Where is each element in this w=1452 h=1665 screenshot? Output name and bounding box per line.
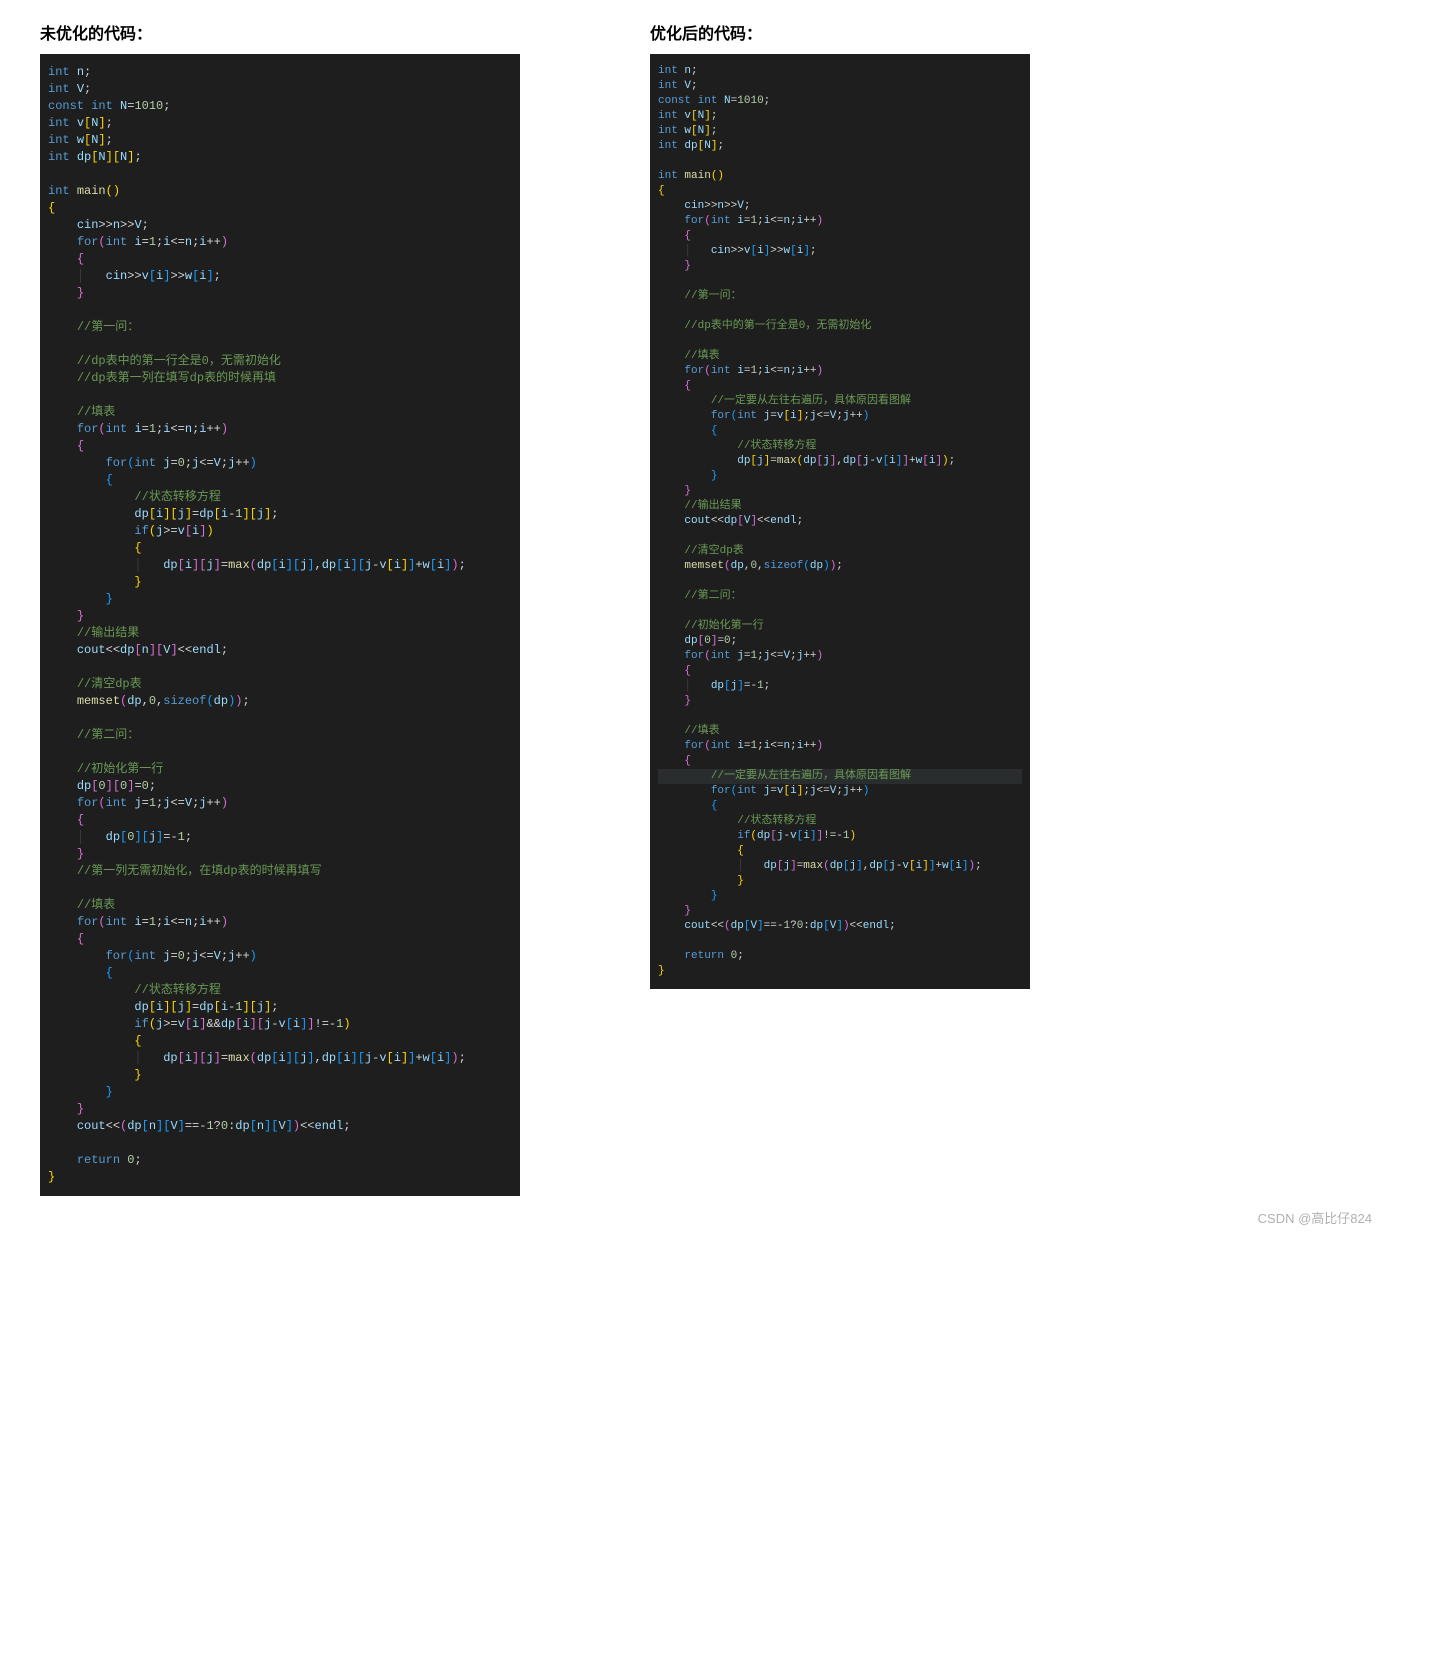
right-title: 优化后的代码： — [650, 20, 1030, 44]
left-code-block: int n; int V; const int N=1010; int v[N]… — [40, 54, 520, 1196]
left-title: 未优化的代码： — [40, 20, 520, 44]
right-code-block: int n; int V; const int N=1010; int v[N]… — [650, 54, 1030, 989]
watermark: CSDN @高比仔824 — [40, 1196, 1412, 1227]
right-column: 优化后的代码： int n; int V; const int N=1010; … — [650, 20, 1030, 989]
left-column: 未优化的代码： int n; int V; const int N=1010; … — [40, 20, 520, 1196]
code-comparison: 未优化的代码： int n; int V; const int N=1010; … — [40, 20, 1412, 1196]
